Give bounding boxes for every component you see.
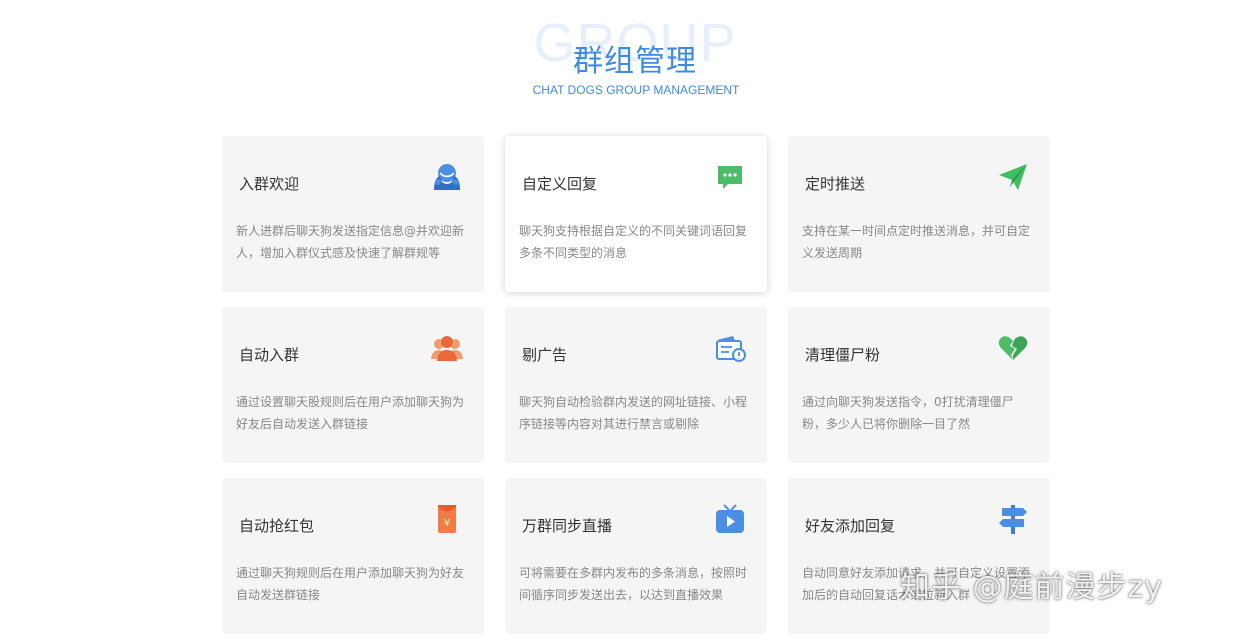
feature-card-title: 自动入群 bbox=[239, 346, 300, 364]
feature-card-description: 新人进群后聊天狗发送指定信息@并欢迎新人，增加入群仪式感及快速了解群规等 bbox=[236, 224, 465, 260]
feature-card-clean-zombie-fans[interactable]: 清理僵尸粉 通过向聊天狗发送指令，0打扰清理僵尸粉，多少人已将你删除一目了然 bbox=[788, 307, 1050, 463]
feature-card-welcome[interactable]: 入群欢迎 新人进群后聊天狗发送指定信息@并欢迎新人，增加入群仪式感及快速了解群规… bbox=[222, 136, 484, 292]
feature-card-description: 通过向聊天狗发送指令，0打扰清理僵尸粉，多少人已将你删除一目了然 bbox=[802, 395, 1014, 431]
feature-card-description: 聊天狗支持根据自定义的不同关键词语回复多条不同类型的消息 bbox=[519, 224, 748, 260]
group-people-icon bbox=[430, 331, 464, 365]
feature-card-auto-join[interactable]: 自动入群 通过设置聊天股规则后在用户添加聊天狗为好友后自动发送入群链接 bbox=[222, 307, 484, 463]
welcome-person-icon bbox=[430, 160, 464, 194]
feature-card-title: 好友添加回复 bbox=[805, 517, 896, 535]
broken-heart-icon bbox=[996, 331, 1030, 365]
group-management-page: GROUP 群组管理 CHAT DOGS GROUP MANAGEMENT 入群… bbox=[0, 0, 1240, 640]
zhihu-watermark: 知乎 @庭前漫步zy bbox=[900, 570, 1164, 605]
feature-card-friend-reply[interactable]: 好友添加回复 自动同意好友添加请求，并可自定义设置添加后的自动回复话术或拉新入群 bbox=[788, 478, 1050, 634]
feature-card-title: 剔广告 bbox=[522, 346, 568, 364]
feature-card-description: 可将需要在多群内发布的多条消息，按照时间循序同步发送出去，以达到直播效果 bbox=[519, 566, 748, 602]
feature-grid: 入群欢迎 新人进群后聊天狗发送指定信息@并欢迎新人，增加入群仪式感及快速了解群规… bbox=[222, 136, 1050, 634]
svg-text:¥: ¥ bbox=[444, 518, 450, 529]
feature-card-title: 自定义回复 bbox=[522, 175, 598, 193]
feature-card-title: 定时推送 bbox=[805, 175, 866, 193]
page-subtitle: CHAT DOGS GROUP MANAGEMENT bbox=[532, 83, 740, 97]
feature-card-scheduled-push[interactable]: 定时推送 支持在某一时间点定时推送消息，并可自定义发送周期 bbox=[788, 136, 1050, 292]
feature-card-title: 自动抢红包 bbox=[239, 517, 315, 535]
feature-card-title: 入群欢迎 bbox=[239, 175, 300, 193]
chat-bubble-icon bbox=[713, 160, 747, 194]
red-envelope-icon: ¥ bbox=[430, 502, 464, 536]
feature-card-remove-ads[interactable]: 剔广告 聊天狗自动检验群内发送的网址链接、小程序链接等内容对其进行禁言或剔除 bbox=[505, 307, 767, 463]
feature-card-description: 通过设置聊天股规则后在用户添加聊天狗为好友后自动发送入群链接 bbox=[236, 395, 465, 431]
feature-card-red-envelope[interactable]: 自动抢红包 ¥ 通过聊天狗规则后在用户添加聊天狗为好友自动发送群链接 bbox=[222, 478, 484, 634]
paper-plane-icon bbox=[996, 160, 1030, 194]
feature-card-description: 支持在某一时间点定时推送消息，并可自定义发送周期 bbox=[802, 224, 1031, 260]
feature-card-title: 万群同步直播 bbox=[522, 517, 613, 535]
live-tv-icon bbox=[713, 502, 747, 536]
feature-card-title: 清理僵尸粉 bbox=[805, 346, 881, 364]
signpost-icon bbox=[996, 502, 1030, 536]
feature-card-description: 聊天狗自动检验群内发送的网址链接、小程序链接等内容对其进行禁言或剔除 bbox=[519, 395, 748, 431]
feature-card-custom-reply[interactable]: 自定义回复 聊天狗支持根据自定义的不同关键词语回复多条不同类型的消息 bbox=[505, 136, 767, 292]
page-title: 群组管理 bbox=[573, 44, 697, 79]
feature-card-live-sync[interactable]: 万群同步直播 可将需要在多群内发布的多条消息，按照时间循序同步发送出去，以达到直… bbox=[505, 478, 767, 634]
feature-card-description: 通过聊天狗规则后在用户添加聊天狗为好友自动发送群链接 bbox=[236, 566, 465, 602]
ad-card-icon bbox=[713, 331, 747, 365]
